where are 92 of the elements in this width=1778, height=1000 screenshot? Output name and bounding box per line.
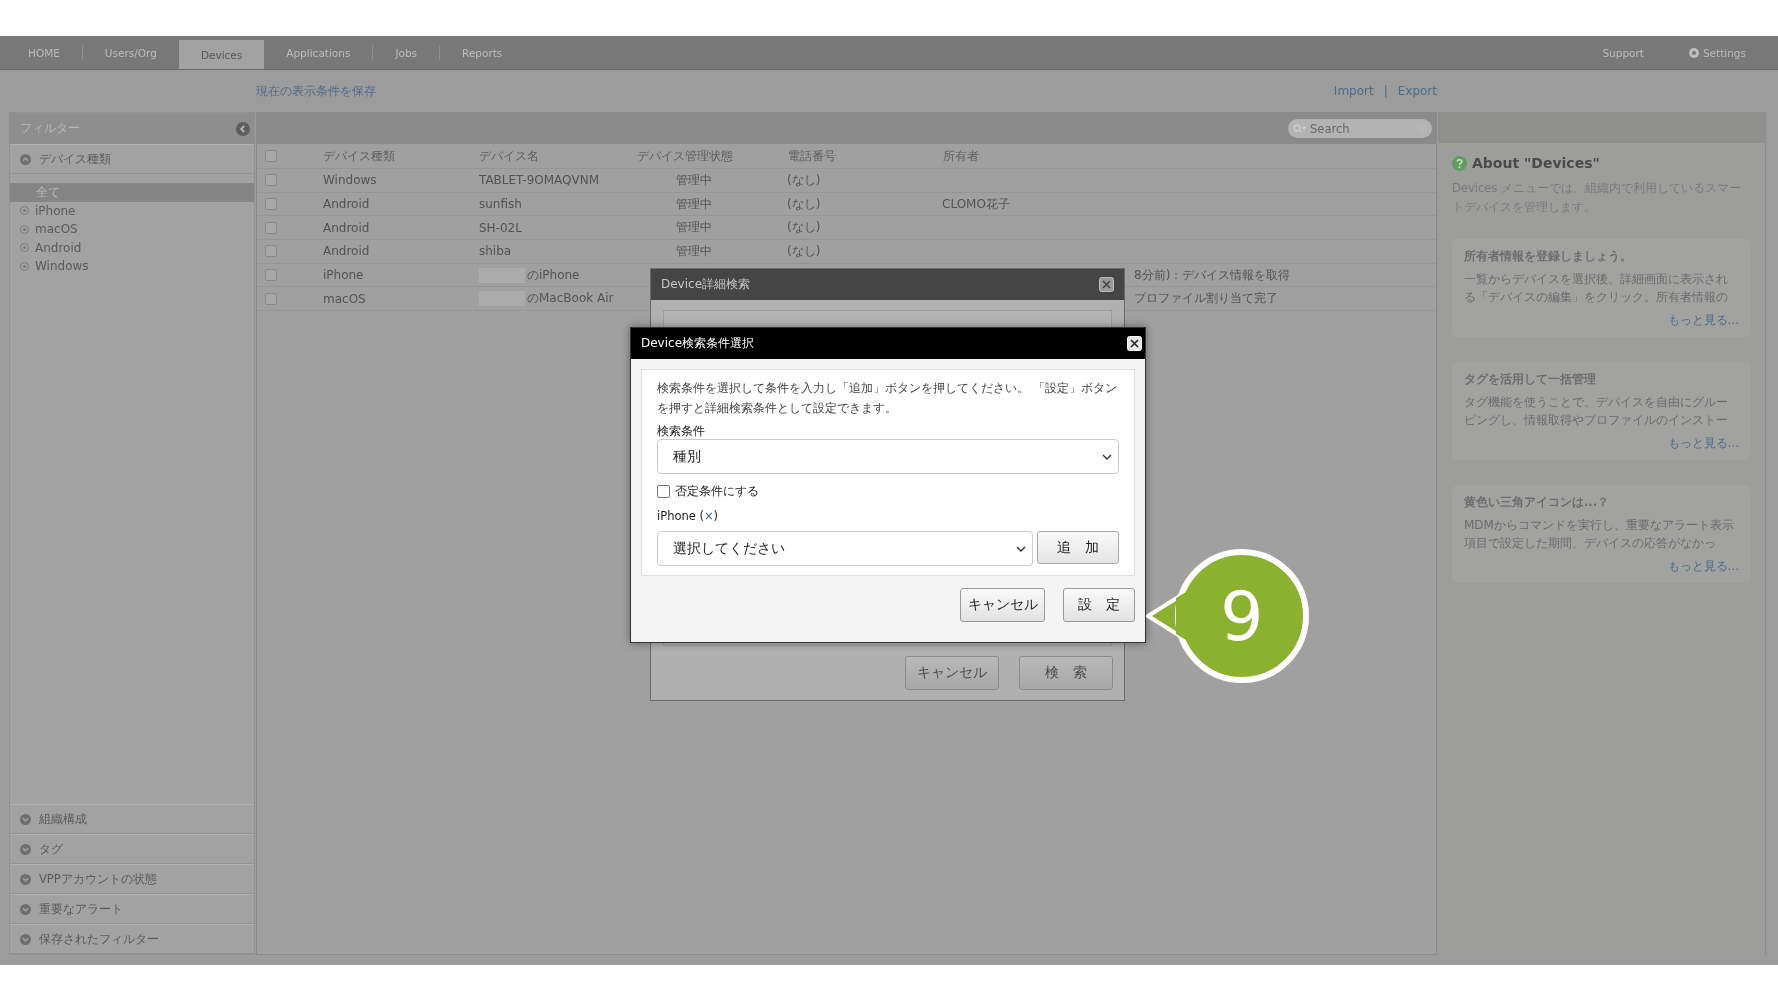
filter-section-header[interactable]: 重要なアラート <box>10 894 254 924</box>
nav-tab[interactable]: Reports <box>440 36 525 69</box>
table-cell-text: (なし) <box>786 242 822 260</box>
table-cell-text: Android <box>322 220 371 235</box>
chevron-down-icon <box>20 813 31 825</box>
dropdown-caret-icon <box>1016 545 1026 552</box>
table-cell: shiba <box>479 244 512 259</box>
field-label: 検索条件 <box>657 424 706 439</box>
link-separator: | <box>1383 84 1388 98</box>
table-cell: のMacBook Air <box>527 290 614 308</box>
save-view-link[interactable]: 現在の表示条件を保存 <box>256 82 376 100</box>
nav-tab[interactable]: Users/Org <box>82 36 179 69</box>
table-cell-text: Android <box>322 197 371 212</box>
search-button[interactable]: 検 索 <box>1019 656 1113 690</box>
table-cell-text: 管理中 <box>675 219 713 237</box>
table-cell-text: CLOMO花子 <box>941 195 1011 213</box>
table-cell-text: (なし) <box>786 195 822 213</box>
settings-icon <box>1688 47 1699 58</box>
filter-section-label: デバイス種類 <box>39 151 111 167</box>
chevron-down-icon <box>20 903 31 915</box>
row-checkbox[interactable] <box>265 198 277 211</box>
condition-select[interactable]: 種別 <box>657 439 1119 474</box>
table-cell-text: 管理中 <box>675 242 713 260</box>
value-select[interactable]: 選択してください <box>657 531 1033 566</box>
dialog-title: Device検索条件選択 <box>641 335 755 352</box>
chevron-down-icon <box>20 873 31 885</box>
read-more-link[interactable]: もっと見る... <box>1667 312 1739 329</box>
row-checkbox[interactable] <box>265 269 277 282</box>
nav-tab[interactable]: HOME <box>6 36 82 69</box>
nav-tab[interactable]: Devices <box>178 40 265 69</box>
filter-item[interactable]: iPhone <box>10 201 254 220</box>
remove-link[interactable]: × <box>703 509 714 523</box>
table-cell-text: Windows <box>322 173 378 188</box>
chevron-up-icon <box>20 153 31 165</box>
table-cell-text: プロファイル割り当て完了 <box>1133 290 1279 308</box>
negate-checkbox[interactable] <box>657 485 670 498</box>
help-title: About "Devices" <box>1472 155 1600 171</box>
row-checkbox[interactable] <box>265 245 277 258</box>
step-callout: 9 <box>1146 546 1312 686</box>
read-more-link[interactable]: もっと見る... <box>1667 435 1739 452</box>
collapse-icon[interactable] <box>236 121 250 136</box>
nav-tab[interactable]: Jobs <box>373 36 440 69</box>
table-cell-text: 8分前)：デバイス情報を取得 <box>1133 266 1292 284</box>
filter-section-header[interactable]: VPPアカウントの状態 <box>10 864 254 894</box>
column-header[interactable]: 所有者 <box>931 147 1127 165</box>
table-cell-text: 管理中 <box>675 171 713 189</box>
table-cell: SH-02L <box>479 220 522 235</box>
support-link[interactable]: Support <box>1590 46 1656 59</box>
filter-section-label: 組織構成 <box>39 811 87 827</box>
table-cell-text: macOS <box>322 291 367 306</box>
table-cell: sunfish <box>479 197 522 212</box>
cancel-button[interactable]: キャンセル <box>960 588 1045 622</box>
table-cell: のiPhone <box>527 266 580 284</box>
filter-section-header[interactable]: タグ <box>10 834 254 864</box>
filter-section-header[interactable]: デバイス種類 <box>10 144 254 174</box>
nav-tab[interactable]: Applications <box>264 36 373 69</box>
add-button[interactable]: 追 加 <box>1037 531 1119 564</box>
table-cell-text: (なし) <box>786 219 822 237</box>
checkbox-label: 否定条件にする <box>675 484 759 499</box>
filter-section-label: タグ <box>39 841 63 857</box>
filter-item[interactable]: macOS <box>10 220 254 239</box>
chevron-down-icon <box>20 933 31 945</box>
filter-section-label: 保存されたフィルター <box>39 931 159 947</box>
search-field[interactable]: Search <box>1288 119 1432 138</box>
table-cell: TABLET-9OMAQVNM <box>479 173 600 188</box>
cancel-button[interactable]: キャンセル <box>905 656 999 690</box>
settings-link[interactable]: Settings <box>1676 46 1758 59</box>
read-more-link[interactable]: もっと見る... <box>1667 558 1739 575</box>
dropdown-caret-icon <box>1102 453 1112 460</box>
row-checkbox[interactable] <box>265 221 277 234</box>
export-link[interactable]: Export <box>1397 84 1437 98</box>
filter-item[interactable]: Android <box>10 238 254 257</box>
filter-section-header[interactable]: 組織構成 <box>10 804 254 834</box>
filter-section-label: 重要なアラート <box>39 901 123 917</box>
value-label: iPhone (×) <box>657 509 720 523</box>
select-all-checkbox[interactable] <box>265 150 277 162</box>
search-icon <box>1293 123 1307 134</box>
import-link[interactable]: Import <box>1333 84 1374 98</box>
filter-section-header[interactable]: 保存されたフィルター <box>10 924 254 954</box>
table-cell-text: (なし) <box>786 171 822 189</box>
filter-section-label: VPPアカウントの状態 <box>39 871 157 887</box>
row-checkbox[interactable] <box>265 174 277 187</box>
chevron-down-icon <box>20 843 31 855</box>
set-button[interactable]: 設 定 <box>1063 588 1135 622</box>
filter-item[interactable]: Windows <box>10 257 254 276</box>
table-cell-text: iPhone <box>322 268 365 283</box>
table-cell-text: 管理中 <box>675 195 713 213</box>
table-cell-text: Android <box>322 244 371 259</box>
instructions-text: 検索条件を選択して条件を入力し「追加」ボタンを押してください。 「設定」ボタンを押すと詳細検索条件として設定できます。 <box>657 380 1118 417</box>
row-checkbox[interactable] <box>265 292 277 305</box>
dialog-title: Device詳細検索 <box>661 276 751 293</box>
help-icon <box>1452 155 1467 171</box>
